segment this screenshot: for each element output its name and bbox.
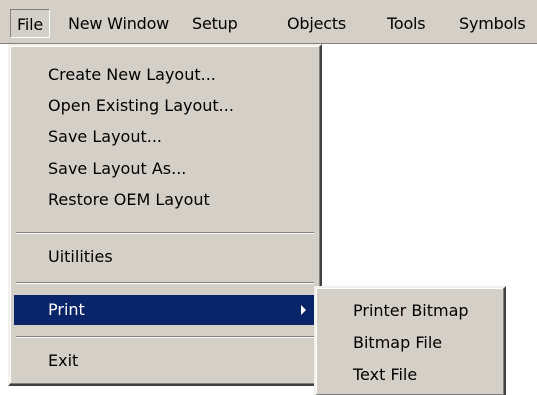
menu-symbols[interactable]: Symbols: [459, 12, 526, 36]
menu-item-save-layout-as[interactable]: Save Layout As...: [14, 154, 316, 184]
submenu-item-text-file[interactable]: Text File: [320, 360, 500, 390]
menu-new-window[interactable]: New Window: [68, 12, 169, 36]
menu-item-create-new-layout[interactable]: Create New Layout...: [14, 60, 316, 90]
menu-separator: [16, 336, 314, 338]
menu-setup[interactable]: Setup: [192, 12, 238, 36]
menu-separator: [16, 282, 314, 284]
menu-item-open-existing-layout[interactable]: Open Existing Layout...: [14, 91, 316, 121]
menu-item-print-label: Print: [48, 300, 85, 319]
file-menu-dropdown: Create New Layout... Open Existing Layou…: [8, 44, 322, 386]
menu-item-restore-oem-layout[interactable]: Restore OEM Layout: [14, 185, 316, 215]
menu-objects[interactable]: Objects: [287, 12, 346, 36]
menu-file[interactable]: File: [10, 9, 50, 38]
menu-tools[interactable]: Tools: [387, 12, 426, 36]
submenu-arrow-icon: [301, 305, 306, 315]
menu-bar: File New Window Setup Objects Tools Symb…: [0, 0, 537, 44]
menu-item-exit[interactable]: Exit: [14, 346, 316, 376]
menu-item-utilities[interactable]: Uitilities: [14, 242, 316, 272]
menu-separator: [16, 232, 314, 234]
submenu-item-bitmap-file[interactable]: Bitmap File: [320, 328, 500, 358]
submenu-item-printer-bitmap[interactable]: Printer Bitmap: [320, 296, 500, 326]
menu-item-print[interactable]: Print: [14, 295, 316, 325]
print-submenu: Printer Bitmap Bitmap File Text File: [314, 286, 506, 395]
menu-item-save-layout[interactable]: Save Layout...: [14, 122, 316, 152]
